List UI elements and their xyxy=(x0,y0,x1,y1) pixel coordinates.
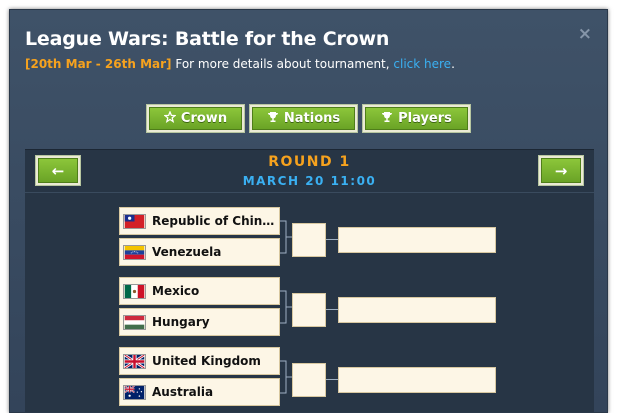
venezuela-flag-icon xyxy=(123,244,146,260)
bracket-connector xyxy=(326,309,338,310)
team-slot[interactable]: Australia xyxy=(119,378,280,406)
tab-crown[interactable]: Crown xyxy=(146,104,245,133)
tournament-dates: [20th Mar - 26th Mar] xyxy=(25,57,172,71)
next-round-button[interactable]: → xyxy=(538,155,584,186)
mexico-flag-icon xyxy=(123,283,146,299)
team-slot[interactable]: Republic of China (T... xyxy=(119,207,280,235)
close-icon[interactable]: × xyxy=(578,24,592,44)
bracket-match: Republic of China (T... Venezuela xyxy=(119,207,519,269)
tournament-subtitle: [20th Mar - 26th Mar] For more details a… xyxy=(25,57,455,71)
trophy-icon xyxy=(267,111,279,126)
modal-title: League Wars: Battle for the Crown xyxy=(25,28,390,50)
bracket-connector xyxy=(280,360,292,394)
score-box xyxy=(292,363,326,397)
round-header: ← ROUND 1 MARCH 20 11:00 → xyxy=(25,150,594,193)
team-slot[interactable]: Mexico xyxy=(119,277,280,305)
uk-flag-icon xyxy=(123,353,146,369)
team-slot[interactable]: United Kingdom xyxy=(119,347,280,375)
tab-players[interactable]: Players xyxy=(362,104,471,133)
roc-flag-icon xyxy=(123,213,146,229)
team-name: United Kingdom xyxy=(152,354,261,368)
team-name: Republic of China (T... xyxy=(152,214,279,228)
bracket-connector xyxy=(280,220,292,254)
team-slot[interactable]: Venezuela xyxy=(119,238,280,266)
bracket-match: Mexico Hungary xyxy=(119,277,519,339)
round-title: ROUND 1 xyxy=(268,154,351,170)
bracket-connector xyxy=(280,290,292,324)
team-name: Australia xyxy=(152,385,214,399)
next-round-slot xyxy=(338,297,496,323)
team-name: Venezuela xyxy=(152,245,222,259)
details-text: For more details about tournament, xyxy=(171,57,394,71)
next-round-slot xyxy=(338,227,496,253)
round-date: MARCH 20 11:00 xyxy=(242,174,377,188)
tab-bar: Crown Nations Players xyxy=(10,104,607,133)
team-name: Hungary xyxy=(152,315,210,329)
bracket-connector xyxy=(326,379,338,380)
team-slot[interactable]: Hungary xyxy=(119,308,280,336)
team-name: Mexico xyxy=(152,284,200,298)
bracket-connector xyxy=(326,239,338,240)
tab-nations[interactable]: Nations xyxy=(249,104,358,133)
arrow-right-icon: → xyxy=(541,158,581,183)
star-icon xyxy=(163,110,177,126)
australia-flag-icon xyxy=(123,384,146,400)
bracket-match: United Kingdom Australia xyxy=(119,347,519,409)
details-link[interactable]: click here xyxy=(393,57,451,71)
next-round-slot xyxy=(338,367,496,393)
bracket-panel: ← ROUND 1 MARCH 20 11:00 → Republic of C… xyxy=(25,149,594,412)
details-end: . xyxy=(451,57,455,71)
tab-nations-label: Nations xyxy=(283,111,341,126)
score-box xyxy=(292,223,326,257)
hungary-flag-icon xyxy=(123,314,146,330)
tournament-modal: League Wars: Battle for the Crown × [20t… xyxy=(9,9,608,413)
tab-crown-label: Crown xyxy=(180,111,228,126)
score-box xyxy=(292,293,326,327)
trophy-icon xyxy=(381,111,393,126)
tab-players-label: Players xyxy=(398,111,452,126)
